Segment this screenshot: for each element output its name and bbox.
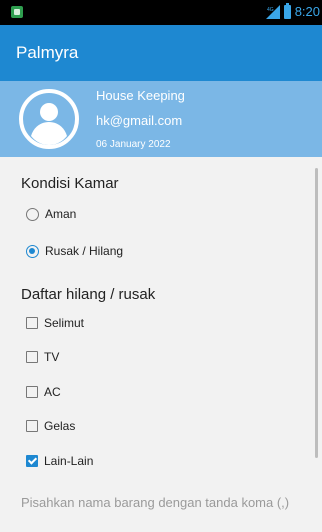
checkbox-tv[interactable]: TV — [26, 350, 59, 364]
status-bar: 4G 8:20 — [0, 0, 322, 25]
other-items-input[interactable]: Pisahkan nama barang dengan tanda koma (… — [21, 494, 311, 511]
checkbox-tv-label: TV — [44, 350, 60, 364]
app-notification-icon — [11, 6, 23, 18]
network-label: 4G — [267, 7, 274, 13]
user-avatar-icon — [19, 89, 79, 149]
radio-rusak-hilang-button[interactable] — [26, 244, 39, 258]
radio-aman-label: Aman — [45, 207, 77, 221]
checkbox-lain-lain[interactable]: Lain-Lain — [26, 454, 93, 468]
checkbox-gelas-box[interactable] — [26, 420, 38, 432]
status-time: 8:20 — [294, 4, 320, 19]
profile-role: House Keeping — [96, 88, 185, 103]
checkbox-selimut-box[interactable] — [26, 317, 38, 329]
checkbox-selimut[interactable]: Selimut — [26, 316, 84, 330]
radio-rusak-hilang-label: Rusak / Hilang — [45, 244, 124, 258]
checkbox-ac[interactable]: AC — [26, 385, 61, 399]
radio-rusak-hilang[interactable]: Rusak / Hilang — [26, 244, 123, 258]
profile-date: 06 January 2022 — [96, 139, 171, 150]
profile-header: House Keeping hk@gmail.com 06 January 20… — [0, 81, 322, 157]
app-bar: Palmyra — [0, 25, 322, 81]
profile-email: hk@gmail.com — [96, 113, 183, 128]
radio-aman-button[interactable] — [26, 207, 39, 221]
checkbox-ac-label: AC — [44, 385, 61, 399]
app-title: Palmyra — [16, 43, 79, 62]
checkbox-ac-box[interactable] — [26, 386, 38, 398]
room-condition-title: Kondisi Kamar — [21, 175, 119, 192]
checkbox-selimut-label: Selimut — [44, 316, 85, 330]
status-bar-right: 4G 8:20 — [265, 2, 320, 19]
lost-damaged-title: Daftar hilang / rusak — [21, 286, 156, 303]
checkbox-lain-lain-label: Lain-Lain — [44, 454, 94, 468]
signal-icon: 4G — [265, 4, 280, 19]
scrollbar[interactable] — [315, 168, 318, 458]
checkbox-lain-lain-box[interactable] — [26, 455, 38, 467]
checkbox-gelas-label: Gelas — [44, 419, 76, 433]
battery-icon — [283, 2, 291, 19]
checkbox-gelas[interactable]: Gelas — [26, 419, 75, 433]
radio-aman[interactable]: Aman — [26, 207, 76, 221]
other-items-placeholder: Pisahkan nama barang dengan tanda koma (… — [21, 495, 290, 510]
checkbox-tv-box[interactable] — [26, 351, 38, 363]
